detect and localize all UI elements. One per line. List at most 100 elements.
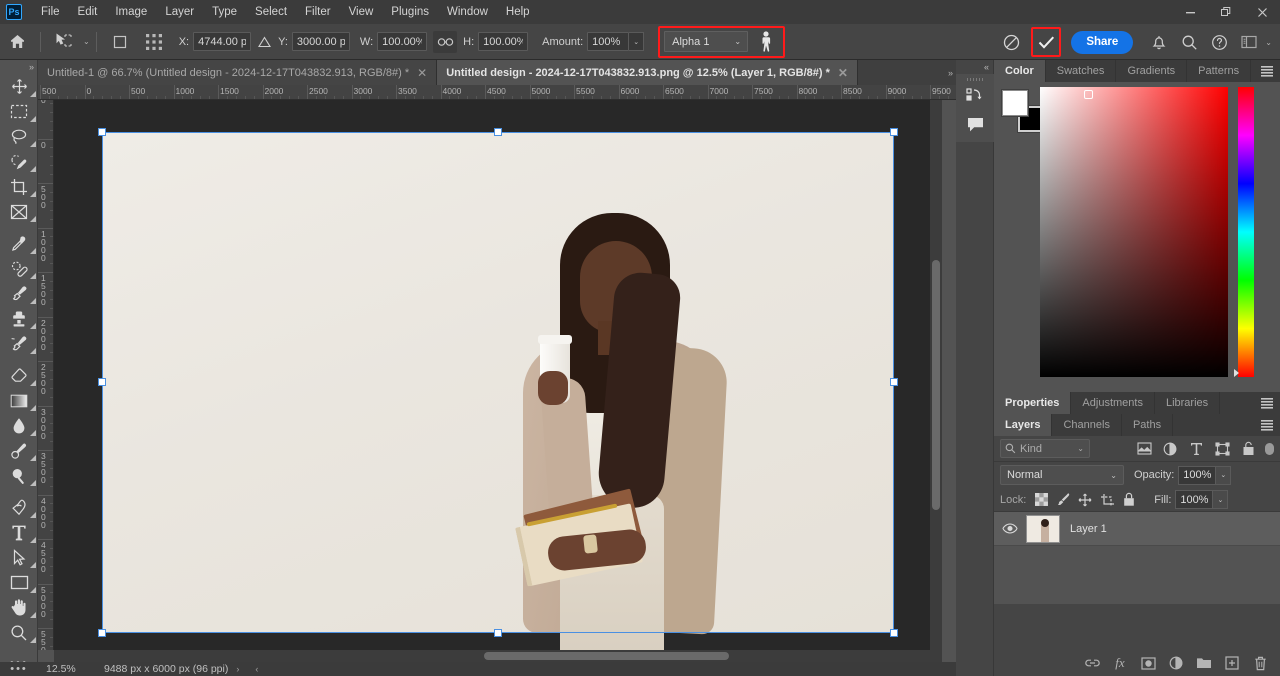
tool-eyedropper[interactable] (0, 231, 38, 256)
document-tab-2[interactable]: Untitled design - 2024-12-17T043832.913.… (437, 60, 858, 85)
tool-move[interactable] (0, 74, 38, 99)
menu-image[interactable]: Image (106, 0, 156, 24)
delete-layer-icon[interactable] (1246, 651, 1274, 675)
scrollbar-thumb[interactable] (484, 652, 729, 660)
filter-pixel-icon[interactable] (1131, 438, 1157, 460)
tool-brush[interactable] (0, 281, 38, 306)
status-more-icon[interactable]: ••• (0, 663, 38, 675)
tool-rectangular-marquee[interactable] (0, 99, 38, 124)
transform-reference-point-icon[interactable] (137, 29, 171, 55)
tab-layers[interactable]: Layers (994, 414, 1053, 436)
opacity-value[interactable]: 100% (1178, 465, 1217, 485)
tabbar-overflow-icon[interactable]: » (948, 60, 953, 85)
layer-row[interactable]: Layer 1 (994, 512, 1280, 546)
color-field-cursor[interactable] (1084, 90, 1093, 99)
fill-value[interactable]: 100% (1175, 490, 1214, 509)
transform-handle-bottom-left[interactable] (98, 629, 106, 637)
amount-chevron-down-icon[interactable]: ⌄ (629, 32, 645, 51)
menu-file[interactable]: File (32, 0, 69, 24)
tab-properties[interactable]: Properties (994, 392, 1072, 414)
lock-image-pixels-icon[interactable] (1052, 490, 1074, 510)
menu-edit[interactable]: Edit (69, 0, 107, 24)
color-field[interactable] (1040, 87, 1228, 377)
tool-history-brush[interactable] (0, 331, 38, 356)
status-forward-icon[interactable]: › (228, 664, 247, 674)
status-back-icon[interactable]: ‹ (247, 664, 266, 674)
close-icon[interactable]: ✕ (417, 66, 427, 80)
transform-handle-top-center[interactable] (494, 128, 502, 136)
new-adjustment-layer-icon[interactable] (1162, 651, 1190, 675)
close-button[interactable] (1244, 0, 1280, 24)
history-actions-icon[interactable] (956, 82, 994, 110)
transform-handle-middle-right[interactable] (890, 378, 898, 386)
canvas-area[interactable] (54, 100, 942, 650)
comments-icon[interactable] (956, 110, 994, 138)
menu-layer[interactable]: Layer (156, 0, 203, 24)
panel-menu-icon[interactable] (1260, 414, 1274, 436)
tab-swatches[interactable]: Swatches (1045, 60, 1117, 82)
move-tool-icon[interactable] (47, 29, 81, 55)
notifications-bell-icon[interactable] (1145, 28, 1173, 56)
filter-smart-object-icon[interactable] (1235, 438, 1261, 460)
tool-blur[interactable] (0, 413, 38, 438)
auto-select-checkbox[interactable] (103, 29, 137, 55)
filter-type-icon[interactable] (1183, 438, 1209, 460)
layer-thumbnail[interactable] (1026, 514, 1060, 543)
document-tab-1[interactable]: Untitled-1 @ 66.7% (Untitled design - 20… (38, 60, 438, 85)
tab-channels[interactable]: Channels (1052, 414, 1122, 436)
tab-paths[interactable]: Paths (1121, 414, 1174, 436)
close-icon[interactable]: ✕ (838, 66, 848, 80)
panel-menu-icon[interactable] (1260, 392, 1274, 414)
foreground-color-swatch[interactable] (1001, 89, 1029, 117)
layer-style-fx-icon[interactable]: fx (1106, 651, 1134, 675)
tool-lasso[interactable] (0, 124, 38, 149)
alpha-channel-select[interactable]: Alpha 1 ⌄ (664, 31, 749, 52)
link-wh-icon[interactable] (433, 30, 458, 53)
filter-shape-icon[interactable] (1209, 438, 1235, 460)
tool-burn[interactable] (0, 463, 38, 488)
transform-handle-top-left[interactable] (98, 128, 106, 136)
x-position-input[interactable] (193, 32, 252, 51)
canvas-horizontal-scrollbar[interactable] (54, 650, 942, 662)
tool-crop[interactable] (0, 174, 38, 199)
horizontal-ruler[interactable]: 500 0 500 1000 1500 2000 2500 3000 3500 4000 4500 5… (38, 85, 956, 100)
puppet-person-icon[interactable] (753, 30, 779, 54)
opacity-chevron-down-icon[interactable]: ⌄ (1216, 465, 1232, 485)
tab-patterns[interactable]: Patterns (1187, 60, 1252, 82)
maximize-restore-button[interactable] (1208, 0, 1244, 24)
y-position-input[interactable] (291, 32, 350, 51)
menu-help[interactable]: Help (497, 0, 539, 24)
panel-menu-icon[interactable] (1260, 60, 1274, 82)
workspace-switcher-icon[interactable] (1235, 28, 1263, 56)
lock-all-icon[interactable] (1118, 490, 1140, 510)
tool-eraser[interactable] (0, 363, 38, 388)
hue-slider[interactable] (1238, 87, 1254, 377)
tab-libraries[interactable]: Libraries (1154, 392, 1221, 414)
transform-handle-bottom-center[interactable] (494, 629, 502, 637)
filter-adjustment-icon[interactable] (1157, 438, 1183, 460)
link-layers-icon[interactable] (1078, 651, 1106, 675)
workspace-chevron-down-icon[interactable]: ⌄ (1265, 38, 1272, 47)
tool-path-selection[interactable] (0, 545, 38, 570)
width-input[interactable] (377, 32, 428, 51)
menu-view[interactable]: View (340, 0, 383, 24)
tool-dodge[interactable] (0, 438, 38, 463)
menu-select[interactable]: Select (246, 0, 296, 24)
menu-type[interactable]: Type (203, 0, 246, 24)
add-layer-mask-icon[interactable] (1134, 651, 1162, 675)
vertical-ruler[interactable]: 0 0 500 1000 1500 2000 2500 3000 3500 4000 4500 500… (38, 100, 54, 650)
tool-preset-chevron-down-icon[interactable]: ⌄ (83, 37, 90, 46)
tool-clone-stamp[interactable] (0, 306, 38, 331)
transform-handle-middle-left[interactable] (98, 378, 106, 386)
fill-chevron-down-icon[interactable]: ⌄ (1213, 490, 1229, 509)
tool-frame[interactable] (0, 199, 38, 224)
amount-input[interactable] (587, 32, 630, 51)
tab-color[interactable]: Color (994, 60, 1046, 82)
help-question-icon[interactable] (1205, 28, 1233, 56)
tool-gradient[interactable] (0, 388, 38, 413)
menu-filter[interactable]: Filter (296, 0, 340, 24)
menu-plugins[interactable]: Plugins (382, 0, 438, 24)
tool-object-selection[interactable] (0, 149, 38, 174)
minimize-button[interactable] (1172, 0, 1208, 24)
eye-icon[interactable] (994, 523, 1026, 534)
